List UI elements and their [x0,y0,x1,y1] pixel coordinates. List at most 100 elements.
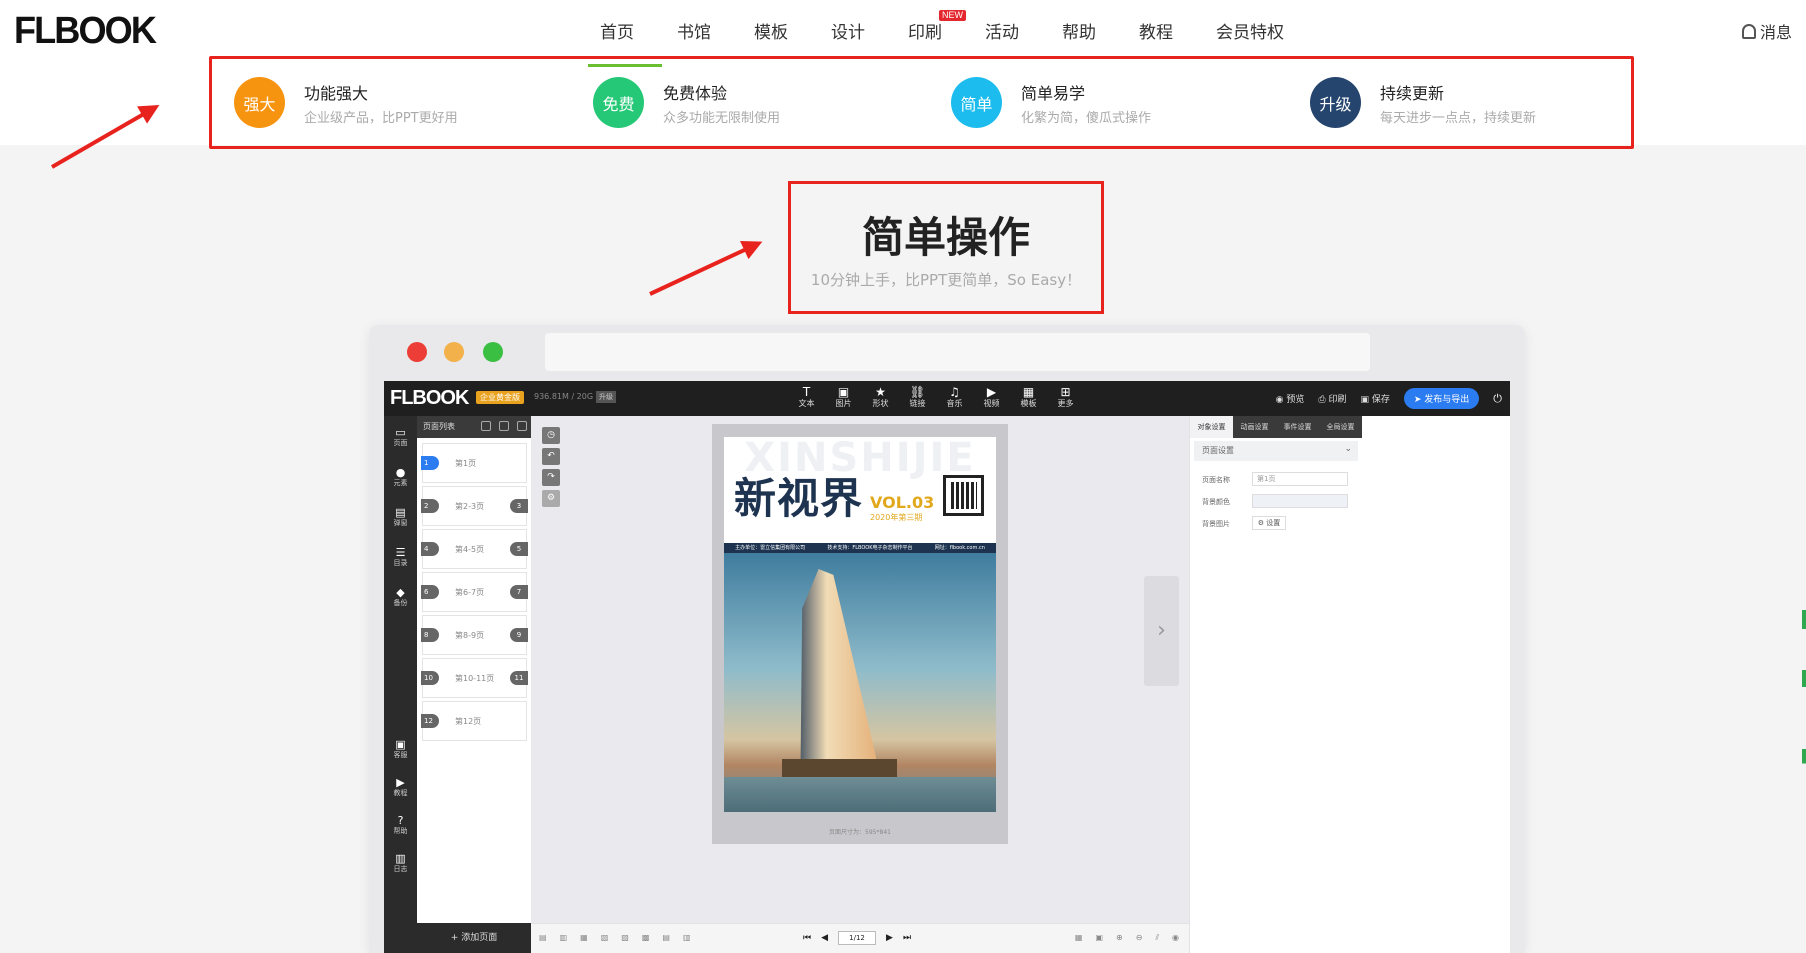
power-icon[interactable]: ⏻ [1493,392,1502,406]
redo-icon[interactable]: ↷ [542,469,560,486]
nav-design[interactable]: 设计 [831,14,865,46]
side-tutorial[interactable]: ▶ 教程 [384,776,417,798]
align-icon[interactable]: ▧ [601,933,609,942]
nav-membership[interactable]: 会员特权 [1216,14,1284,46]
annotation-arrow-icon [649,245,751,296]
align-icon[interactable]: ▨ [621,933,629,942]
qr-code-icon [943,475,984,516]
page-thumb[interactable]: 12 第12页 [421,701,527,741]
messages-link[interactable]: 消息 [1741,19,1792,43]
ruler-icon[interactable]: ⫽ [1155,933,1159,943]
feature-badge: 升级 [1310,77,1361,128]
insert-tools: T 文本 ▣ 图片 ★ 形状 ⛓ 链接 ♫ 音乐 ▶ 视频 ▦ 模板 ⊞ 更多 [788,385,1084,409]
view-tools: ▦ ▣ ⊕ ⊖ ⫽ ◉ [1075,933,1179,943]
duplicate-icon[interactable] [499,421,509,431]
page-thumb[interactable]: 10 第10-11页 11 [421,658,528,698]
tool-music[interactable]: ♫ 音乐 [936,385,973,409]
template-icon: ▦ [1022,385,1035,399]
side-support[interactable]: ▣ 客服 [384,738,417,760]
eye-icon: ◉ [1275,395,1287,405]
save-button[interactable]: ▣ 保存 [1360,392,1389,405]
feature-title: 免费体验 [663,84,728,103]
magazine-cover[interactable]: XINSHIJIE 新视界 VOL.03 2020年第三期 主办单位：雷立信集团… [724,437,996,812]
side-pages[interactable]: ▭ 页面 [384,426,417,448]
zoom-in-icon[interactable]: ⊕ [1116,933,1123,943]
history-icon[interactable]: ◷ [542,427,560,444]
tab-animation[interactable]: 动画设置 [1233,416,1276,438]
upgrade-button[interactable]: 升级 [596,391,616,403]
side-log[interactable]: ▥ 日志 [384,852,417,874]
side-elements[interactable]: ● 元素 [384,466,417,488]
text-icon: T [802,385,811,399]
page-thumb[interactable]: 6 第6-7页 7 [421,572,528,612]
undo-icon[interactable]: ↶ [542,448,560,465]
fit-icon[interactable]: ▣ [1095,933,1103,943]
bg-image-button[interactable]: ⚙ 设置 [1252,516,1286,530]
next-page-icon[interactable]: ▶ [886,933,893,943]
align-icon[interactable]: ▥ [683,933,691,942]
page-thumb[interactable]: 2 第2-3页 3 [421,486,528,526]
page-thumb[interactable]: 1 第1页 [421,443,527,483]
bg-color-select[interactable] [1252,494,1348,508]
nav-templates[interactable]: 模板 [754,14,788,46]
next-page-chevron-icon[interactable]: › [1144,576,1179,686]
page-thumb[interactable]: 4 第4-5页 5 [421,529,528,569]
tab-events[interactable]: 事件设置 [1276,416,1319,438]
zoom-out-icon[interactable]: ⊖ [1136,933,1143,943]
grid-icon[interactable]: ▦ [1075,933,1083,943]
side-backup[interactable]: ◆ 备份 [384,586,417,608]
backup-icon: ◆ [396,586,405,599]
tool-more[interactable]: ⊞ 更多 [1047,385,1084,409]
add-page-button[interactable]: + 添加页面 [417,923,531,953]
browser-mockup: FLBOOK 企业黄金版 936.81M / 20G 升级 T 文本 ▣ 图片 ★ 形… [369,325,1525,953]
feature-subtitle: 众多功能无限制使用 [663,111,781,126]
url-bar [545,333,1370,371]
star-icon: ★ [875,385,886,399]
prev-page-icon[interactable]: ◀ [821,933,828,943]
info-icon[interactable]: ◉ [1172,933,1179,943]
nav-library[interactable]: 书馆 [677,14,711,46]
last-page-icon[interactable]: ⏭ [903,933,911,943]
first-page-icon[interactable]: ⏮ [803,933,811,943]
page-name-input[interactable]: 第1页 [1252,472,1348,486]
element-icon: ● [395,466,406,479]
tool-shape[interactable]: ★ 形状 [862,385,899,409]
preview-button[interactable]: ◉ 预览 [1276,392,1305,405]
flbook-logo[interactable]: FLBOOK [14,10,157,53]
tab-global[interactable]: 全局设置 [1319,416,1362,438]
page-thumb[interactable]: 8 第8-9页 9 [421,615,528,655]
align-icon[interactable]: ▩ [642,933,650,942]
editor-actions: ◉ 预览 ⎙ 印刷 ▣ 保存 ➤ 发布与导出 ⏻ [1276,388,1502,409]
tool-image[interactable]: ▣ 图片 [825,385,862,409]
print-button[interactable]: ⎙ 印刷 [1318,392,1346,405]
side-toc[interactable]: ☰ 目录 [384,546,417,568]
tool-template[interactable]: ▦ 模板 [1010,385,1047,409]
trash-icon[interactable] [517,421,527,431]
tool-text[interactable]: T 文本 [788,385,825,409]
publish-button[interactable]: ➤ 发布与导出 [1403,388,1480,409]
nav-print[interactable]: 印刷 NEW [908,10,966,46]
page-settings-section[interactable]: 页面设置 [1194,439,1358,461]
settings-icon[interactable]: ⚙ [542,490,560,507]
align-icon[interactable]: ▥ [560,933,568,942]
tool-video[interactable]: ▶ 视频 [973,385,1010,409]
align-icon[interactable]: ▤ [662,933,670,942]
nav-help[interactable]: 帮助 [1062,14,1096,46]
editor-toolbar: FLBOOK 企业黄金版 936.81M / 20G 升级 T 文本 ▣ 图片 ★ 形… [384,381,1510,416]
page-name-label: 页面名称 [1202,476,1230,484]
side-popups[interactable]: ▤ 弹窗 [384,506,417,528]
align-icon[interactable]: ▤ [539,933,547,942]
copy-icon[interactable] [481,421,491,431]
page-size-label: 页面尺寸为：595*841 [829,829,891,836]
nav-tutorials[interactable]: 教程 [1139,14,1173,46]
tab-object[interactable]: 对象设置 [1190,416,1233,438]
log-icon: ▥ [395,852,406,865]
nav-events[interactable]: 活动 [985,14,1019,46]
page-number-input[interactable]: 1/12 [838,931,877,945]
tool-link[interactable]: ⛓ 链接 [899,385,936,409]
new-badge: NEW [939,10,966,21]
align-icon[interactable]: ▦ [580,933,588,942]
side-help[interactable]: ? 帮助 [384,814,417,836]
nav-home[interactable]: 首页 [600,14,634,46]
bell-icon [1741,23,1756,39]
